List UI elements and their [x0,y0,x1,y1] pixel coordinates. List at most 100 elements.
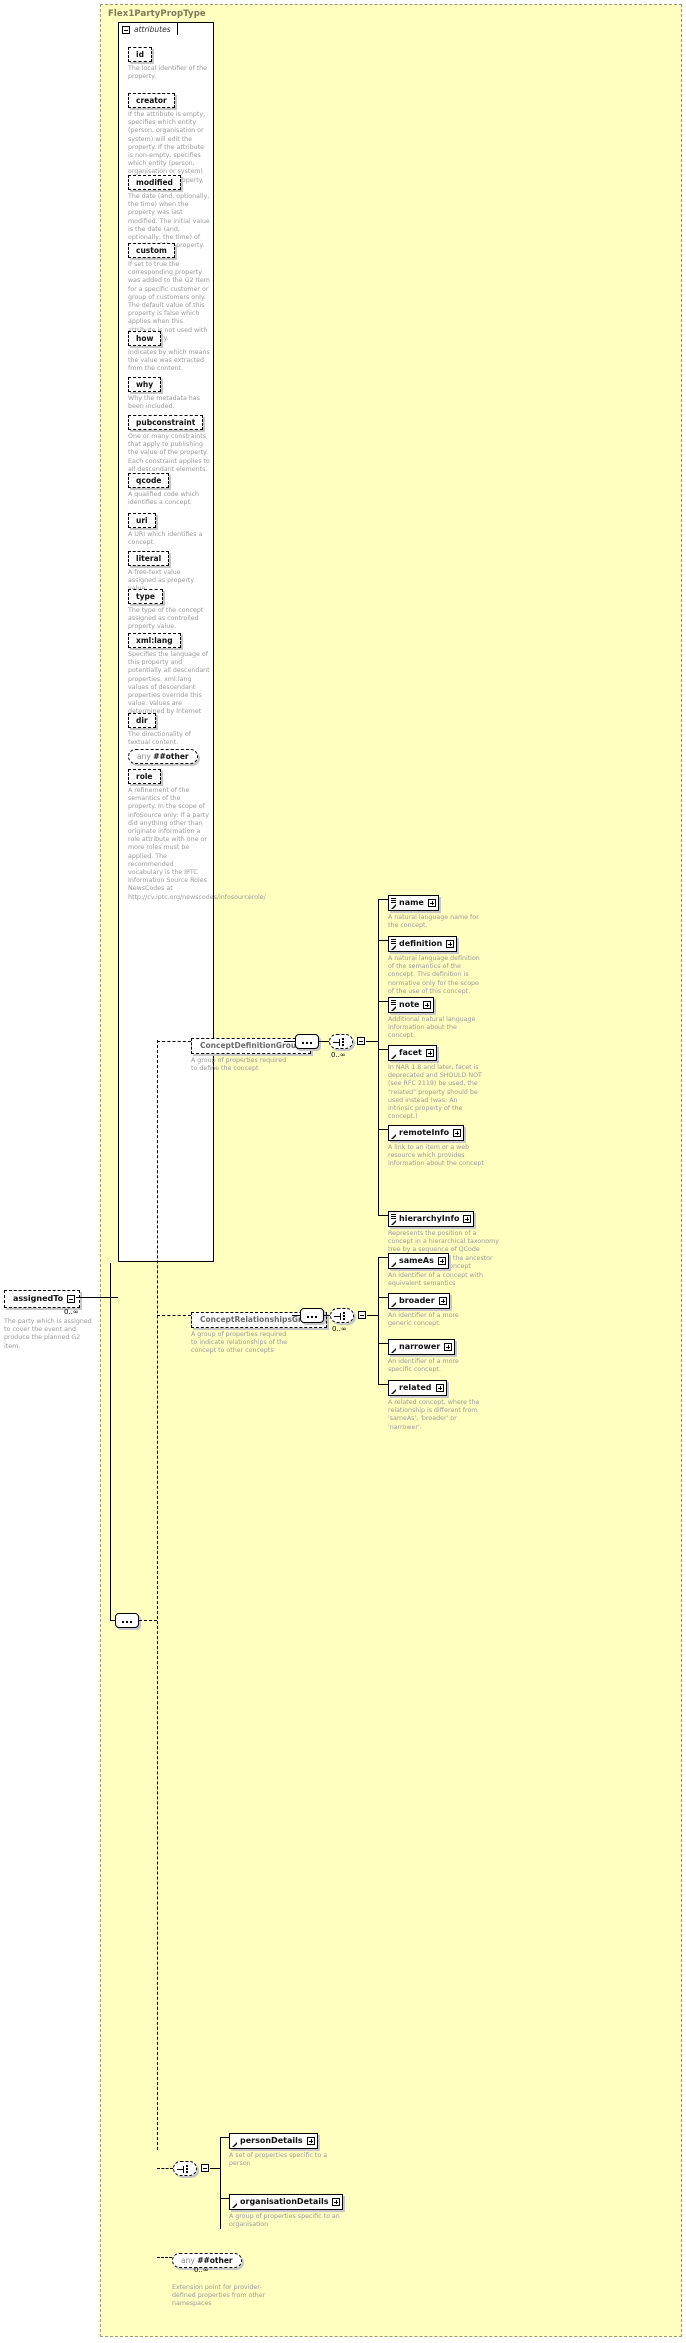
root-element-label: assignedTo [13,1294,64,1303]
element-hierarchyinfo-box[interactable]: hierarchyInfo [388,1211,475,1227]
cdg-sequence-connector[interactable] [295,1034,319,1049]
attribute-id[interactable]: id The local identifier of the property. [128,42,210,81]
element-sameas-label: sameAs [399,1256,434,1265]
element-name-description: A natural language name for the concept. [388,914,479,930]
element-narrower-expand-icon[interactable] [444,1343,453,1351]
attribute-xml-lang-box[interactable]: xml:lang [128,633,181,648]
element-related-expand-icon[interactable] [435,1384,444,1392]
attribute-how-box[interactable]: how [128,331,162,346]
attributes-tab[interactable]: attributes [118,22,178,35]
element-persondetails[interactable]: personDetails A set of properties specif… [229,2128,341,2168]
attribute-uri[interactable]: uri A URI which identifies a concept. [128,508,210,547]
attribute-why-box[interactable]: why [128,377,162,392]
attribute-id-box[interactable]: id [128,47,152,62]
element-sameas-box[interactable]: sameAs [388,1253,449,1269]
crg-choice-connector[interactable] [330,1308,354,1323]
element-broader[interactable]: broader An identifier of a more generic … [388,1288,484,1328]
element-organisationdetails-expand-icon[interactable] [332,2198,341,2206]
element-hierarchyinfo-label: hierarchyInfo [399,1214,460,1223]
element-related-box[interactable]: related [388,1380,447,1396]
root-collapse-minus-icon[interactable] [67,1295,76,1303]
attribute-literal-box[interactable]: literal [128,551,170,566]
main-sequence-connector[interactable] [115,1613,139,1628]
element-sameas-description: An identifier of a concept with equivale… [388,1272,483,1288]
attribute-role-box[interactable]: role [128,769,161,784]
element-broader-box[interactable]: broader [388,1293,450,1309]
details-collapse-minus-icon[interactable] [201,2164,209,2172]
element-organisationdetails[interactable]: organisationDetails A group of propertie… [229,2189,344,2229]
element-arrow-icon [391,1006,396,1011]
element-note-expand-icon[interactable] [423,1001,432,1009]
element-definition-box[interactable]: definition [388,936,458,952]
element-narrower[interactable]: narrower An identifier of a more specifi… [388,1334,484,1374]
element-facet-expand-icon[interactable] [425,1049,434,1057]
attribute-any-other[interactable]: any ##other [128,744,198,764]
element-definition-expand-icon[interactable] [446,940,455,948]
element-definition[interactable]: definition A natural language definition… [388,931,484,996]
attribute-any-other-box[interactable]: any ##other [128,749,198,764]
details-element-bus [220,2137,221,2229]
attribute-qcode-box[interactable]: qcode [128,473,170,488]
attribute-type[interactable]: type The type of the concept assigned as… [128,584,210,632]
element-arrow-icon [232,2142,237,2147]
cdg-cardinality: 0..∞ [331,1051,346,1059]
attribute-creator-box[interactable]: creator [128,93,175,108]
element-note[interactable]: note Additional natural language informa… [388,992,484,1041]
cdg-choice-connector[interactable] [329,1034,353,1049]
element-remoteinfo[interactable]: remoteInfo A link to an item or a web re… [388,1120,484,1169]
type-title: Flex1PartyPropType [108,9,206,19]
attribute-role[interactable]: role A refinement of the semantics of th… [128,764,266,902]
element-persondetails-label: personDetails [240,2136,303,2145]
element-broader-expand-icon[interactable] [438,1297,447,1305]
collapse-minus-icon[interactable] [122,26,130,34]
root-element-box[interactable]: assignedTo [4,1290,81,1308]
attribute-pubconstraint-box[interactable]: pubconstraint [128,415,204,430]
crg-sequence-connector[interactable] [300,1308,324,1323]
attribute-dir[interactable]: dir The directionality of textual conten… [128,708,210,747]
element-organisationdetails-description: A group of properties specific to an org… [229,2213,340,2229]
connector-cdg-seq-to-choice [319,1041,329,1042]
crg-collapse-minus-icon[interactable] [358,1311,366,1319]
connector-spine-to-seq [110,1620,115,1621]
extension-any-other[interactable]: any ##other 0..∞ Extension point for pro… [172,2248,268,2309]
cdg-collapse-minus-icon[interactable] [357,1037,365,1045]
extension-description: Extension point for provider-defined pro… [172,2284,266,2308]
element-persondetails-box[interactable]: personDetails [229,2133,318,2149]
element-facet-box[interactable]: facet [388,1045,437,1061]
attribute-custom-box[interactable]: custom [128,243,175,258]
element-facet[interactable]: facet In NAR 1.8 and later, facet is dep… [388,1040,484,1121]
element-sameas[interactable]: sameAs An identifier of a concept with e… [388,1248,484,1288]
element-narrower-box[interactable]: narrower [388,1339,456,1355]
crg-choice-bar-icon [340,1313,341,1320]
attribute-modified-box[interactable]: modified [128,175,181,190]
element-hierarchyinfo-expand-icon[interactable] [463,1215,472,1223]
element-note-box[interactable]: note [388,997,435,1013]
element-related[interactable]: related A related concept, where the rel… [388,1375,484,1432]
attribute-how[interactable]: how Indicates by which means the value w… [128,326,210,374]
element-name-box[interactable]: name [388,895,439,911]
attribute-qcode-description: A qualified code which identifies a conc… [128,491,200,507]
connector-cdg-note [378,1001,388,1002]
group-concept-definition[interactable]: ConceptDefinitionGroup A group of proper… [191,1033,311,1073]
element-arrow-icon [391,1262,396,1267]
attribute-uri-box[interactable]: uri [128,513,156,528]
root-element-assignedto[interactable]: assignedTo 0..∞ The party which is assig… [4,1286,92,1351]
element-name-expand-icon[interactable] [427,899,436,907]
connector-details-out [210,2168,220,2169]
element-sameas-expand-icon[interactable] [437,1257,446,1265]
attribute-dir-box[interactable]: dir [128,713,156,728]
connector-crg-to-seq [292,1315,300,1316]
connector-persondetails [220,2137,229,2138]
attribute-qcode[interactable]: qcode A qualified code which identifies … [128,468,210,507]
attribute-why[interactable]: why Why the metadata has been included. [128,372,210,411]
attribute-pubconstraint[interactable]: pubconstraint One or many constraints th… [128,410,210,474]
attribute-type-box[interactable]: type [128,589,163,604]
element-remoteinfo-expand-icon[interactable] [453,1129,462,1137]
element-name[interactable]: name A natural language name for the con… [388,890,484,930]
details-choice-connector[interactable] [173,2161,197,2176]
element-persondetails-expand-icon[interactable] [306,2137,315,2145]
element-remoteinfo-box[interactable]: remoteInfo [388,1125,465,1141]
element-organisationdetails-label: organisationDetails [240,2197,329,2206]
element-remoteinfo-label: remoteInfo [399,1128,450,1137]
element-organisationdetails-box[interactable]: organisationDetails [229,2194,344,2210]
